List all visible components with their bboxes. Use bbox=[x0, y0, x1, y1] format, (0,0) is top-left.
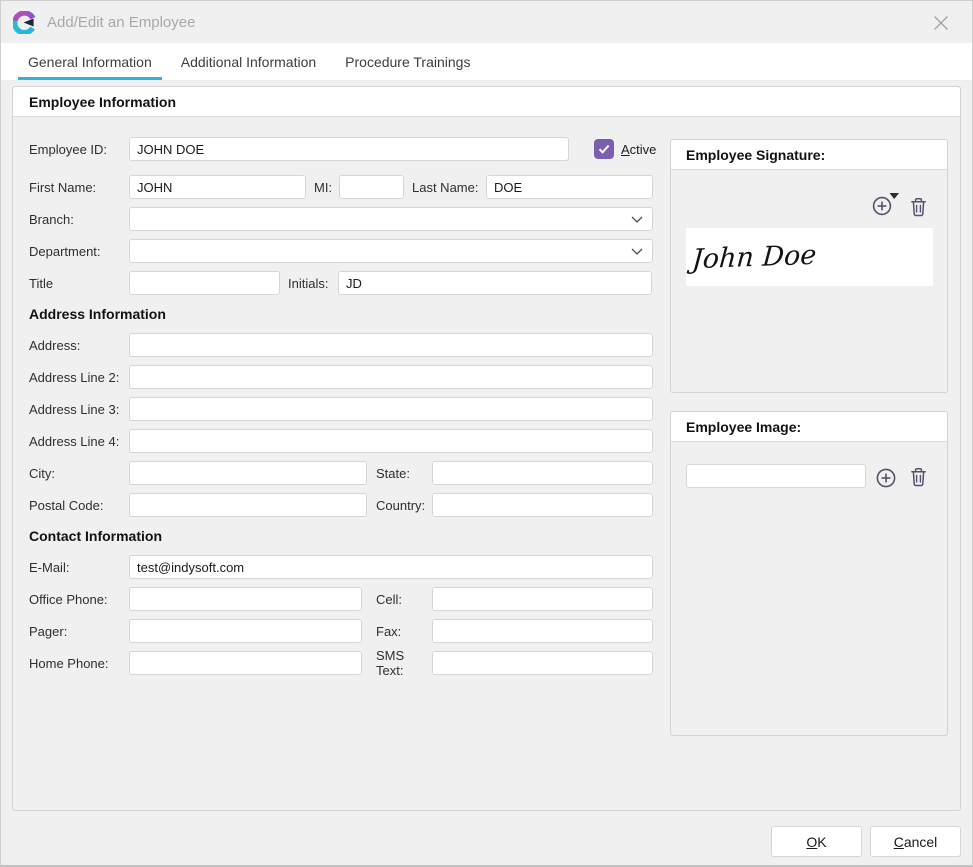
tab-general-information[interactable]: General Information bbox=[18, 43, 162, 80]
branch-row: Branch: bbox=[29, 207, 655, 231]
state-input[interactable] bbox=[432, 461, 653, 485]
ok-button[interactable]: OK bbox=[771, 826, 862, 857]
trash-icon bbox=[909, 196, 928, 217]
pager-fax-row: Pager: Fax: bbox=[29, 619, 655, 643]
address-information-header: Address Information bbox=[29, 305, 655, 323]
active-label: Active bbox=[621, 142, 656, 157]
pager-input[interactable] bbox=[129, 619, 362, 643]
city-input[interactable] bbox=[129, 461, 367, 485]
city-label: City: bbox=[29, 466, 129, 481]
address-row: Address: bbox=[29, 333, 655, 357]
employee-form: Employee ID: Active First Name: MI: Last… bbox=[29, 137, 655, 683]
employee-image-panel: Employee Image: bbox=[670, 411, 948, 736]
department-row: Department: bbox=[29, 239, 655, 263]
employee-id-row: Employee ID: Active bbox=[29, 137, 655, 161]
address-line3-input[interactable] bbox=[129, 397, 653, 421]
state-label: State: bbox=[376, 466, 432, 481]
delete-image-button[interactable] bbox=[909, 466, 928, 487]
address-line2-row: Address Line 2: bbox=[29, 365, 655, 389]
address-input[interactable] bbox=[129, 333, 653, 357]
email-label: E-Mail: bbox=[29, 560, 129, 575]
department-label: Department: bbox=[29, 244, 129, 259]
employee-information-groupbox: Employee Information Employee ID: Active… bbox=[12, 86, 961, 811]
add-signature-button[interactable] bbox=[871, 190, 901, 217]
first-name-input[interactable] bbox=[129, 175, 306, 199]
address-line3-label: Address Line 3: bbox=[29, 402, 129, 417]
first-name-label: First Name: bbox=[29, 180, 129, 195]
employee-id-input[interactable] bbox=[129, 137, 569, 161]
employee-image-header: Employee Image: bbox=[671, 412, 947, 442]
delete-signature-button[interactable] bbox=[909, 196, 928, 217]
checkmark-icon bbox=[598, 144, 610, 154]
tab-procedure-trainings[interactable]: Procedure Trainings bbox=[335, 43, 480, 80]
fax-label: Fax: bbox=[376, 624, 432, 639]
last-name-input[interactable] bbox=[486, 175, 653, 199]
image-path-input[interactable] bbox=[686, 464, 866, 488]
address-line4-label: Address Line 4: bbox=[29, 434, 129, 449]
branch-dropdown[interactable] bbox=[129, 207, 653, 231]
active-checkbox[interactable] bbox=[594, 139, 614, 159]
tab-additional-information[interactable]: Additional Information bbox=[171, 43, 326, 80]
employee-information-header: Employee Information bbox=[13, 87, 960, 117]
cell-label: Cell: bbox=[376, 592, 432, 607]
fax-input[interactable] bbox=[432, 619, 653, 643]
mi-input[interactable] bbox=[339, 175, 404, 199]
address-line2-input[interactable] bbox=[129, 365, 653, 389]
active-checkbox-group: Active bbox=[594, 139, 656, 159]
chevron-down-icon bbox=[631, 216, 643, 224]
title-initials-row: Title Initials: bbox=[29, 271, 655, 295]
postal-country-row: Postal Code: Country: bbox=[29, 493, 655, 517]
email-row: E-Mail: bbox=[29, 555, 655, 579]
title-input[interactable] bbox=[129, 271, 280, 295]
plus-circle-icon bbox=[875, 467, 897, 489]
cancel-button[interactable]: Cancel bbox=[870, 826, 961, 857]
branch-label: Branch: bbox=[29, 212, 129, 227]
title-bar: Add/Edit an Employee bbox=[1, 1, 972, 43]
close-button[interactable] bbox=[930, 12, 952, 34]
employee-id-label: Employee ID: bbox=[29, 142, 129, 157]
country-input[interactable] bbox=[432, 493, 653, 517]
sms-text-label: SMS Text: bbox=[376, 648, 432, 678]
office-phone-label: Office Phone: bbox=[29, 592, 129, 607]
home-phone-input[interactable] bbox=[129, 651, 362, 675]
name-row: First Name: MI: Last Name: bbox=[29, 175, 655, 199]
initials-label: Initials: bbox=[288, 276, 338, 291]
office-cell-row: Office Phone: Cell: bbox=[29, 587, 655, 611]
last-name-label: Last Name: bbox=[412, 180, 486, 195]
address-line4-input[interactable] bbox=[129, 429, 653, 453]
employee-signature-panel: Employee Signature: John Doe bbox=[670, 139, 948, 393]
window-title: Add/Edit an Employee bbox=[47, 14, 195, 31]
home-phone-label: Home Phone: bbox=[29, 656, 129, 671]
address-line2-label: Address Line 2: bbox=[29, 370, 129, 385]
chevron-down-icon bbox=[631, 248, 643, 256]
plus-circle-caret-icon bbox=[871, 190, 901, 217]
office-phone-input[interactable] bbox=[129, 587, 362, 611]
trash-icon bbox=[909, 466, 928, 487]
address-line3-row: Address Line 3: bbox=[29, 397, 655, 421]
home-sms-row: Home Phone: SMS Text: bbox=[29, 651, 655, 675]
sms-text-input[interactable] bbox=[432, 651, 653, 675]
contact-information-header: Contact Information bbox=[29, 527, 655, 545]
signature-text: John Doe bbox=[691, 240, 817, 275]
mi-label: MI: bbox=[314, 180, 339, 195]
app-logo-icon bbox=[13, 11, 36, 34]
department-dropdown[interactable] bbox=[129, 239, 653, 263]
email-input[interactable] bbox=[129, 555, 653, 579]
tab-bar: General Information Additional Informati… bbox=[1, 43, 972, 81]
title-label: Title bbox=[29, 276, 129, 291]
pager-label: Pager: bbox=[29, 624, 129, 639]
initials-input[interactable] bbox=[338, 271, 652, 295]
postal-code-label: Postal Code: bbox=[29, 498, 129, 513]
dialog-window: Add/Edit an Employee General Information… bbox=[0, 0, 973, 867]
employee-signature-header: Employee Signature: bbox=[671, 140, 947, 170]
postal-code-input[interactable] bbox=[129, 493, 367, 517]
cell-input[interactable] bbox=[432, 587, 653, 611]
add-image-button[interactable] bbox=[875, 467, 897, 489]
city-state-row: City: State: bbox=[29, 461, 655, 485]
address-line4-row: Address Line 4: bbox=[29, 429, 655, 453]
close-icon bbox=[933, 15, 949, 31]
address-label: Address: bbox=[29, 338, 129, 353]
signature-canvas[interactable]: John Doe bbox=[686, 228, 933, 286]
country-label: Country: bbox=[376, 498, 432, 513]
